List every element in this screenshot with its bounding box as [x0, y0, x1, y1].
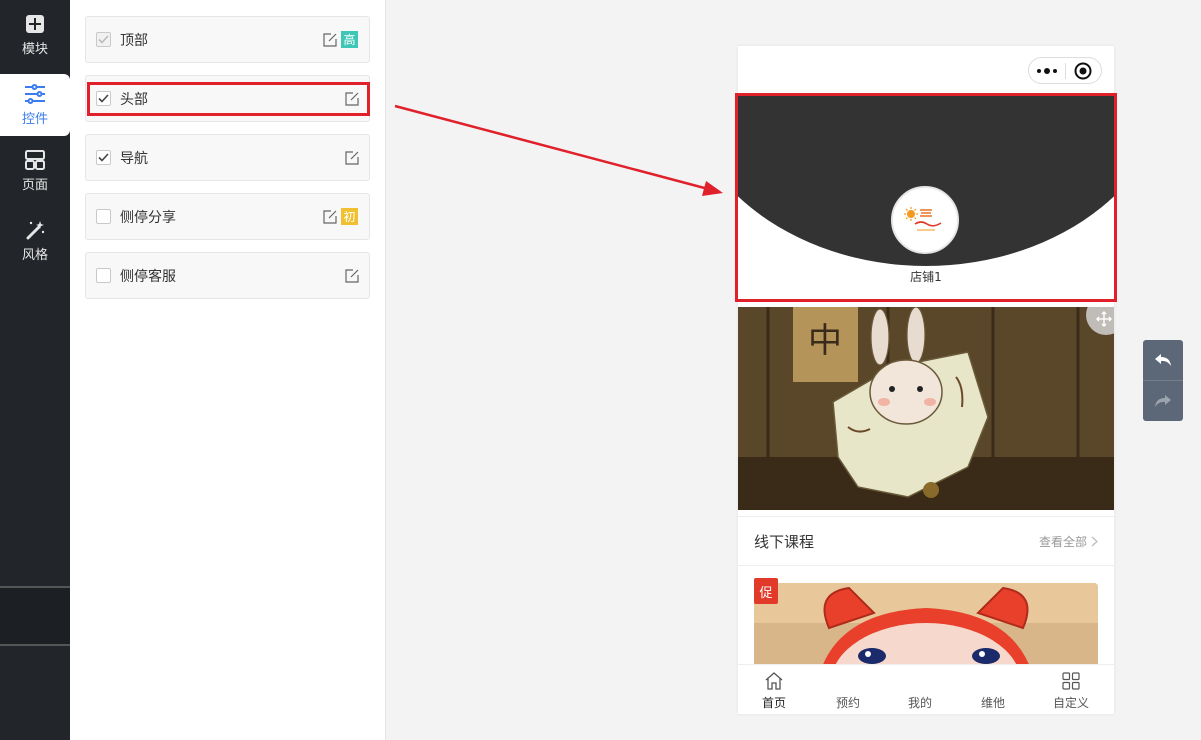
view-all-link[interactable]: 查看全部: [1039, 533, 1098, 550]
tab-booking[interactable]: 预约: [826, 665, 870, 714]
tab-label: 首页: [761, 696, 786, 710]
highlight-box-header-item: [87, 82, 370, 116]
rail-item-label: 页面: [21, 178, 48, 193]
tab-label: 预约: [835, 696, 860, 710]
tab-mine[interactable]: 我的: [898, 665, 942, 714]
rail-item-pages[interactable]: 页面: [0, 140, 70, 202]
component-label: 导航: [120, 150, 148, 167]
checkbox[interactable]: [96, 209, 111, 224]
bottom-tabbar: 首页 预约 我的 维他 自定义: [738, 664, 1114, 714]
grid-icon: [1060, 670, 1082, 692]
page-layout-icon: [24, 149, 46, 171]
rail-item-controls[interactable]: 控件: [0, 74, 70, 136]
annotation-arrow: [394, 104, 723, 196]
promo-tag: 促: [754, 578, 778, 604]
level-badge: 初: [341, 208, 358, 225]
component-item-top[interactable]: 顶部 高: [85, 16, 370, 63]
svg-text:中: 中: [808, 321, 842, 361]
more-icon[interactable]: [1029, 67, 1065, 74]
rail-item-label: 控件: [21, 112, 48, 127]
component-item-side-service[interactable]: 侧停客服: [85, 252, 370, 299]
component-item-nav[interactable]: 导航: [85, 134, 370, 181]
tab-custom[interactable]: 自定义: [1044, 665, 1098, 714]
checkbox[interactable]: [96, 268, 111, 283]
redo-button[interactable]: [1143, 381, 1183, 421]
component-label: 顶部: [120, 32, 148, 49]
undo-button[interactable]: [1143, 340, 1183, 380]
rail-bottom-block: [0, 586, 72, 646]
close-circle-icon[interactable]: [1066, 62, 1101, 80]
edit-icon[interactable]: [322, 209, 337, 224]
banner-image[interactable]: 中: [738, 307, 1114, 510]
edit-icon[interactable]: [344, 150, 359, 165]
miniprogram-capsule[interactable]: [1028, 57, 1102, 84]
rail-item-label: 风格: [21, 248, 48, 263]
course-section-header: 线下课程 查看全部: [738, 516, 1114, 566]
section-title: 线下课程: [754, 532, 815, 551]
edit-icon[interactable]: [344, 268, 359, 283]
undo-icon: [1155, 354, 1171, 366]
checkbox[interactable]: [96, 150, 111, 165]
tab-label: 我的: [907, 696, 932, 710]
rail-item-style[interactable]: 风格: [0, 210, 70, 272]
highlight-box-preview-header: [735, 93, 1117, 302]
magic-wand-icon: [24, 219, 46, 241]
undo-redo-panel: [1143, 340, 1183, 421]
left-rail: 模块 控件 页面 风格: [0, 0, 72, 740]
tab-home[interactable]: 首页: [752, 665, 796, 714]
view-all-label: 查看全部: [1038, 534, 1087, 549]
plus-square-icon: [24, 13, 46, 35]
sliders-icon: [24, 83, 46, 105]
edit-icon[interactable]: [322, 32, 337, 47]
redo-icon: [1155, 395, 1171, 407]
chevron-right-icon: [1091, 536, 1098, 546]
tab-label: 维他: [980, 696, 1005, 710]
component-item-side-share[interactable]: 侧停分享 初: [85, 193, 370, 240]
tab-label: 自定义: [1052, 696, 1089, 710]
rail-item-label: 模块: [21, 42, 48, 57]
rail-item-modules[interactable]: 模块: [0, 0, 70, 70]
checkbox[interactable]: [96, 32, 111, 47]
tab-vita[interactable]: 维他: [971, 665, 1015, 714]
component-label: 侧停客服: [120, 268, 176, 285]
component-label: 侧停分享: [120, 209, 176, 226]
level-badge: 高: [341, 31, 358, 48]
home-icon: [763, 670, 785, 692]
